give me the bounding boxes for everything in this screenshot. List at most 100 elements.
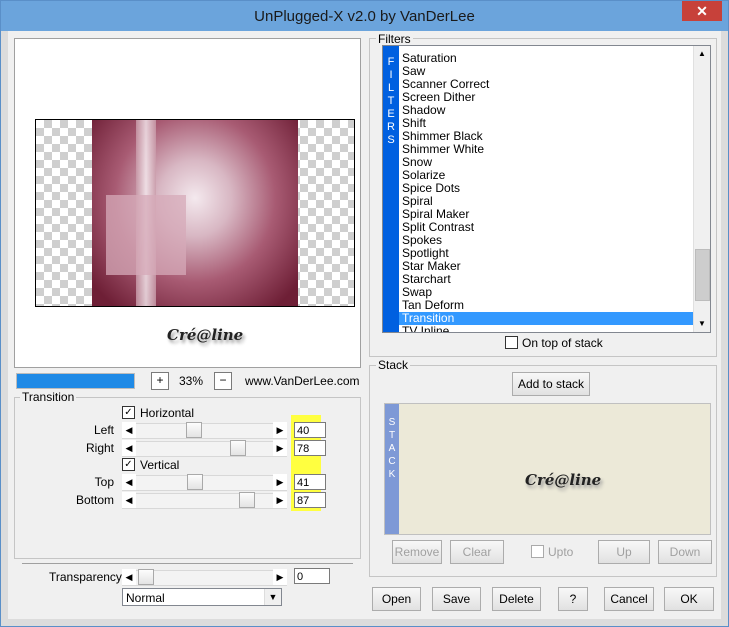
param-label-bottom: Bottom [75,493,114,507]
filter-item[interactable]: Shadow [399,104,693,117]
vertical-letter: A [388,443,396,454]
website-link[interactable]: www.VanDerLee.com [245,374,360,388]
slider-left-increment[interactable]: ▶ [273,422,287,438]
slider-track-right[interactable] [122,441,287,457]
slider-right-increment[interactable]: ▶ [273,440,287,456]
transparency-increment[interactable]: ▶ [273,569,287,585]
transparency-decrement[interactable]: ◀ [122,569,136,585]
filter-item[interactable]: Saturation [399,52,693,65]
vertical-letter: I [389,69,393,81]
client-area: Cré@line + 33% − www.VanDerLee.com Trans… [8,31,721,619]
filters-vertical-label: FILTERS [383,56,399,147]
stack-signature: Cré@line [525,471,602,489]
preview-signature: Cré@line [167,326,244,344]
slider-bottom-decrement[interactable]: ◀ [122,492,136,508]
on-top-checkbox[interactable] [505,336,518,349]
upto-label: Upto [548,545,574,559]
slider-thumb-bottom[interactable] [239,492,255,508]
param-label-top: Top [94,475,114,489]
filters-scrollbar[interactable]: ▲ ▼ [693,46,710,332]
vertical-label: Vertical [140,458,180,472]
filter-items: Saturation Saw Scanner Correct Screen Dithe… [399,52,693,333]
save-button[interactable]: Save [432,587,481,611]
slider-track-left[interactable] [122,423,287,439]
ok-button[interactable]: OK [664,587,714,611]
filter-item[interactable]: Spice Dots [399,182,693,195]
vertical-letter: T [387,95,395,107]
transition-legend: Transition [20,390,77,404]
slider-track-bottom[interactable] [122,493,287,509]
title-bar: UnPlugged-X v2.0 by VanDerLee ✕ [1,1,728,31]
filters-legend: Filters [376,32,413,46]
vertical-checkbox[interactable]: ✓ [122,458,135,471]
filter-item[interactable]: TV Inline [399,325,693,333]
transparency-thumb[interactable] [138,569,154,585]
progress-bar [16,373,135,389]
filters-vertical-bar: FILTERS [383,46,399,332]
blend-mode-value: Normal [126,591,165,605]
vertical-letter: T [388,430,396,441]
remove-button[interactable]: Remove [392,540,442,564]
transparency-value[interactable]: 0 [294,568,330,584]
param-label-right: Right [85,441,114,455]
stack-vertical-bar: STACK [385,404,399,534]
on-top-label: On top of stack [522,336,603,350]
preview-panel: Cré@line [14,38,361,368]
horizontal-label: Horizontal [140,406,195,420]
vertical-letter: C [388,456,396,467]
open-button[interactable]: Open [372,587,421,611]
vertical-letter: L [387,82,395,94]
scroll-up-icon[interactable]: ▲ [694,46,710,62]
filter-item[interactable]: Starchart [399,273,693,286]
param-label-left: Left [93,423,114,437]
progress-fill [17,374,134,388]
transparency-label: Transparency [49,570,122,584]
preview-image-block [106,195,186,275]
upto-checkbox[interactable] [531,545,544,558]
vertical-letter: S [388,417,396,428]
stack-list[interactable]: STACK Cré@line [384,403,711,535]
value-bottom[interactable]: 87 [294,492,326,508]
vertical-letter: F [387,56,395,68]
delete-button[interactable]: Delete [492,587,541,611]
zoom-in-button[interactable]: + [151,372,169,390]
slider-right-decrement[interactable]: ◀ [122,440,136,456]
stack-legend: Stack [376,358,411,372]
blend-mode-select[interactable]: Normal ▼ [122,588,282,606]
value-left[interactable]: 40 [294,422,326,438]
clear-button[interactable]: Clear [450,540,504,564]
slider-top-increment[interactable]: ▶ [273,474,287,490]
stack-vertical-label: STACK [385,416,399,481]
filter-item[interactable]: Shimmer White [399,143,693,156]
value-right[interactable]: 78 [294,440,326,456]
slider-bottom-increment[interactable]: ▶ [273,492,287,508]
chevron-down-icon: ▼ [264,589,281,605]
filters-list[interactable]: FILTERS Saturation Saw Scanner Correct Scre… [382,45,711,333]
vertical-letter: R [387,121,395,133]
window-title: UnPlugged-X v2.0 by VanDerLee [254,8,475,25]
scroll-thumb[interactable] [695,249,710,301]
slider-track-top[interactable] [122,475,287,491]
slider-thumb-left[interactable] [186,422,202,438]
transparency-divider [22,563,353,564]
add-to-stack-button[interactable]: Add to stack [512,372,590,396]
preview-canvas[interactable] [35,119,355,307]
up-button[interactable]: Up [598,540,650,564]
cancel-button[interactable]: Cancel [604,587,654,611]
slider-thumb-right[interactable] [230,440,246,456]
value-top[interactable]: 41 [294,474,326,490]
vertical-letter: K [388,469,396,480]
slider-left-decrement[interactable]: ◀ [122,422,136,438]
down-button[interactable]: Down [658,540,712,564]
plugin-window: UnPlugged-X v2.0 by VanDerLee ✕ Cré@line… [0,0,729,627]
scroll-down-icon[interactable]: ▼ [694,316,710,332]
vertical-letter: S [387,134,395,146]
slider-thumb-top[interactable] [187,474,203,490]
horizontal-checkbox[interactable]: ✓ [122,406,135,419]
close-button[interactable]: ✕ [682,1,722,21]
filter-item[interactable]: Split Contrast [399,221,693,234]
slider-top-decrement[interactable]: ◀ [122,474,136,490]
help-button[interactable]: ? [558,587,588,611]
zoom-out-button[interactable]: − [214,372,232,390]
zoom-level: 33% [179,374,204,388]
